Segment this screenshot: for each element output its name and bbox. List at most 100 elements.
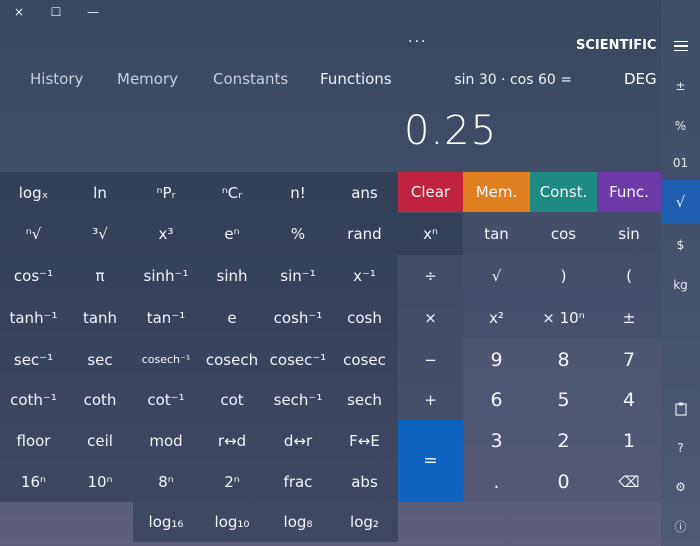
sidebar-item-currency[interactable]: $ <box>661 235 700 255</box>
key-divide[interactable]: ÷ <box>398 255 463 297</box>
key-frac[interactable]: frac <box>265 462 331 502</box>
tab-memory[interactable]: Memory <box>117 70 178 88</box>
more-options-button[interactable]: ··· <box>408 34 427 50</box>
sidebar-item-scientific[interactable]: √ <box>661 180 700 224</box>
key-nth-root[interactable]: ⁿ√ <box>0 213 67 255</box>
key-square-root[interactable]: √ <box>463 255 530 297</box>
key-mod[interactable]: mod <box>133 420 199 462</box>
key-open-paren[interactable]: ( <box>597 255 661 297</box>
key-arcsec[interactable]: sec⁻¹ <box>0 339 67 380</box>
key-eight-power-n[interactable]: 8ⁿ <box>133 462 199 502</box>
key-cot[interactable]: cot <box>199 380 265 420</box>
key-arccos[interactable]: cos⁻¹ <box>0 255 67 297</box>
key-arcsinh[interactable]: sinh⁻¹ <box>133 255 199 297</box>
info-icon[interactable]: ⓘ <box>661 516 700 536</box>
key-close-paren[interactable]: ) <box>530 255 597 297</box>
sidebar-item-weight[interactable]: kg <box>661 275 700 295</box>
key-equals[interactable]: = <box>398 420 463 502</box>
key-8[interactable]: 8 <box>530 339 597 380</box>
maximize-window-button[interactable]: ☐ <box>42 2 70 22</box>
sidebar-item-percent[interactable]: % <box>661 116 700 136</box>
key-arctanh[interactable]: tanh⁻¹ <box>0 297 67 339</box>
menu-icon[interactable] <box>661 34 700 58</box>
key-sinh[interactable]: sinh <box>199 255 265 297</box>
tab-deg[interactable]: DEG <box>624 70 657 88</box>
key-cube-root[interactable]: ³√ <box>67 213 133 255</box>
key-sech[interactable]: sech <box>331 380 398 420</box>
key-tan[interactable]: tan <box>463 213 530 255</box>
key-2[interactable]: 2 <box>530 420 597 462</box>
key-log8[interactable]: log₈ <box>265 502 331 542</box>
key-logx[interactable]: logₓ <box>0 172 67 213</box>
key-log2[interactable]: log₂ <box>331 502 398 542</box>
sidebar-item-standard[interactable]: ± <box>661 76 700 96</box>
key-6[interactable]: 6 <box>463 380 530 420</box>
key-sixteen-power-n[interactable]: 16ⁿ <box>0 462 67 502</box>
key-rand[interactable]: rand <box>331 213 398 255</box>
key-square[interactable]: x² <box>463 297 530 339</box>
backspace-button[interactable]: ⌫ <box>597 462 661 502</box>
tab-functions[interactable]: Functions <box>320 70 392 88</box>
key-decimal[interactable]: . <box>463 462 530 502</box>
key-e-power-n[interactable]: eⁿ <box>199 213 265 255</box>
key-tanh[interactable]: tanh <box>67 297 133 339</box>
key-percent[interactable]: % <box>265 213 331 255</box>
key-cosech[interactable]: cosech <box>199 339 265 380</box>
key-1[interactable]: 1 <box>597 420 661 462</box>
key-x-cubed[interactable]: x³ <box>133 213 199 255</box>
key-e[interactable]: e <box>199 297 265 339</box>
key-ten-power-n[interactable]: 10ⁿ <box>67 462 133 502</box>
minimize-window-button[interactable]: — <box>79 2 107 22</box>
key-arccosec[interactable]: cosec⁻¹ <box>265 339 331 380</box>
key-9[interactable]: 9 <box>463 339 530 380</box>
functions-button[interactable]: Func. <box>597 172 661 212</box>
key-fixed-exponent[interactable]: F↔E <box>331 420 398 462</box>
key-x-power-n[interactable]: xⁿ <box>398 213 463 255</box>
key-multiply[interactable]: × <box>398 297 463 339</box>
key-floor[interactable]: floor <box>0 420 67 462</box>
clipboard-icon[interactable] <box>661 399 700 419</box>
key-coth[interactable]: coth <box>67 380 133 420</box>
key-arctan[interactable]: tan⁻¹ <box>133 297 199 339</box>
key-factorial[interactable]: n! <box>265 172 331 213</box>
key-ans[interactable]: ans <box>331 172 398 213</box>
key-cosec[interactable]: cosec <box>331 339 398 380</box>
key-log10[interactable]: log₁₀ <box>199 502 265 542</box>
key-reciprocal[interactable]: x⁻¹ <box>331 255 398 297</box>
key-log16[interactable]: log₁₆ <box>133 502 199 542</box>
key-times-ten-power[interactable]: × 10ⁿ <box>530 297 597 339</box>
key-sec[interactable]: sec <box>67 339 133 380</box>
key-arccosh[interactable]: cosh⁻¹ <box>265 297 331 339</box>
key-5[interactable]: 5 <box>530 380 597 420</box>
key-7[interactable]: 7 <box>597 339 661 380</box>
key-arccoth[interactable]: coth⁻¹ <box>0 380 67 420</box>
constants-button[interactable]: Const. <box>530 172 597 212</box>
key-0[interactable]: 0 <box>530 462 597 502</box>
tab-history[interactable]: History <box>30 70 83 88</box>
key-arcsin[interactable]: sin⁻¹ <box>265 255 331 297</box>
key-plus-minus[interactable]: ± <box>597 297 661 339</box>
key-npr[interactable]: ⁿPᵣ <box>133 172 199 213</box>
key-3[interactable]: 3 <box>463 420 530 462</box>
key-ln[interactable]: ln <box>67 172 133 213</box>
key-arccosech[interactable]: cosech⁻¹ <box>133 339 199 380</box>
close-window-button[interactable]: × <box>5 2 33 22</box>
key-abs[interactable]: abs <box>331 462 398 502</box>
key-cos[interactable]: cos <box>530 213 597 255</box>
key-add[interactable]: + <box>398 380 463 420</box>
gear-icon[interactable]: ⚙ <box>661 477 700 497</box>
key-subtract[interactable]: − <box>398 339 463 380</box>
key-rad-to-deg[interactable]: r↔d <box>199 420 265 462</box>
key-pi[interactable]: π <box>67 255 133 297</box>
key-two-power-n[interactable]: 2ⁿ <box>199 462 265 502</box>
sidebar-item-programmer[interactable]: 01 <box>661 153 700 173</box>
key-ncr[interactable]: ⁿCᵣ <box>199 172 265 213</box>
key-cosh[interactable]: cosh <box>331 297 398 339</box>
key-arcsech[interactable]: sech⁻¹ <box>265 380 331 420</box>
key-sin[interactable]: sin <box>597 213 661 255</box>
help-icon[interactable]: ? <box>661 438 700 458</box>
clear-button[interactable]: Clear <box>398 172 463 212</box>
key-deg-to-rad[interactable]: d↔r <box>265 420 331 462</box>
tab-constants[interactable]: Constants <box>213 70 288 88</box>
key-ceil[interactable]: ceil <box>67 420 133 462</box>
